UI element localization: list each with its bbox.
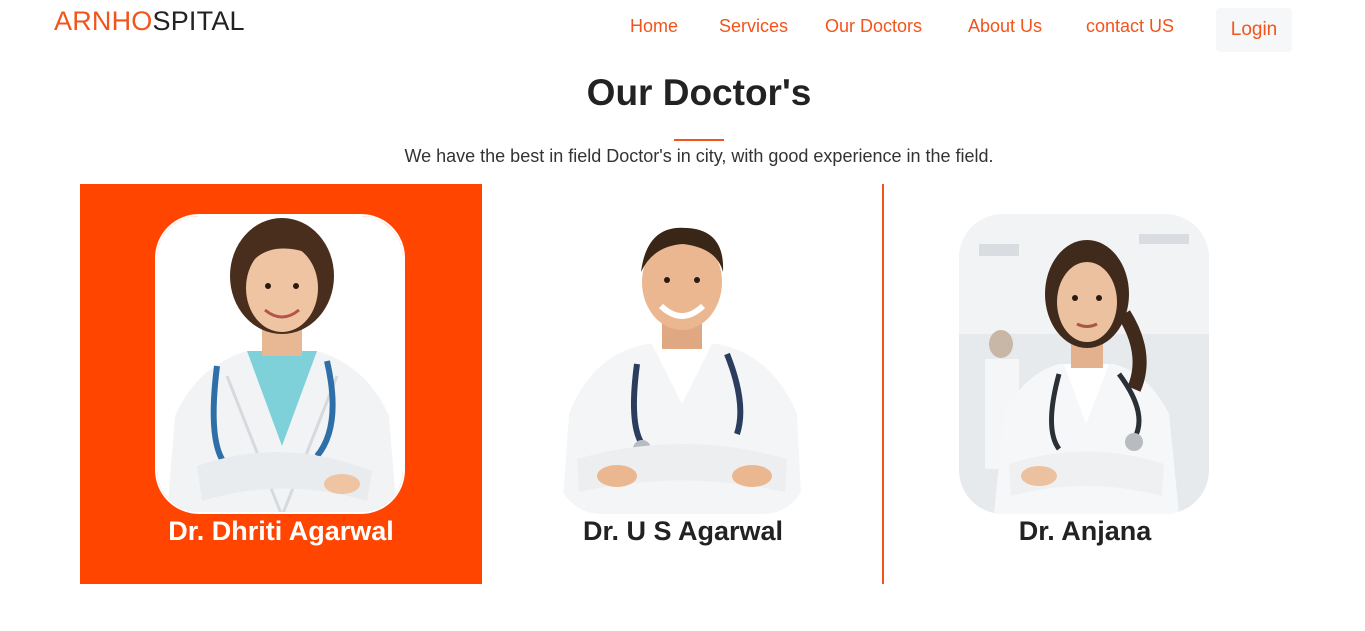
- title-underline: [674, 139, 724, 141]
- doctor-photo: [155, 214, 405, 514]
- section-subtitle: We have the best in field Doctor's in ci…: [404, 146, 994, 166]
- doctor-photo: [557, 214, 807, 514]
- doctor-name: Dr. Dhriti Agarwal: [168, 516, 394, 546]
- section-title: Our Doctor's: [586, 72, 812, 113]
- nav-link-home[interactable]: Home: [630, 16, 678, 37]
- female-doctor-hospital-photo-image: [959, 214, 1209, 514]
- nav-link-contact-us[interactable]: contact US: [1086, 16, 1174, 37]
- login-button[interactable]: Login: [1216, 8, 1292, 52]
- nav-link-our-doctors[interactable]: Our Doctors: [825, 16, 922, 37]
- brand-accent-text: ARNHO: [54, 6, 153, 36]
- doctor-card-anjana[interactable]: Dr. Anjana: [884, 184, 1286, 584]
- nav-link-about-us[interactable]: About Us: [968, 16, 1042, 37]
- female-doctor-photo-image: [157, 216, 403, 512]
- doctor-name: Dr. U S Agarwal: [582, 516, 784, 546]
- top-navbar: ARNHOSPITAL Home Services Our Doctors Ab…: [0, 0, 1365, 60]
- nav-link-services[interactable]: Services: [719, 16, 788, 37]
- doctor-card-dhriti-agarwal[interactable]: Dr. Dhriti Agarwal: [80, 184, 482, 584]
- doctor-card-u-s-agarwal[interactable]: Dr. U S Agarwal: [482, 184, 884, 584]
- doctor-photo: [959, 214, 1209, 514]
- brand-logo[interactable]: ARNHOSPITAL: [54, 6, 245, 37]
- doctor-name: Dr. Anjana: [1018, 516, 1152, 546]
- brand-rest-text: SPITAL: [152, 6, 245, 36]
- doctor-cards: Dr. Dhriti Agarwal Dr. U S Agarwal Dr. A…: [80, 184, 1286, 584]
- male-doctor-photo-image: [557, 214, 807, 514]
